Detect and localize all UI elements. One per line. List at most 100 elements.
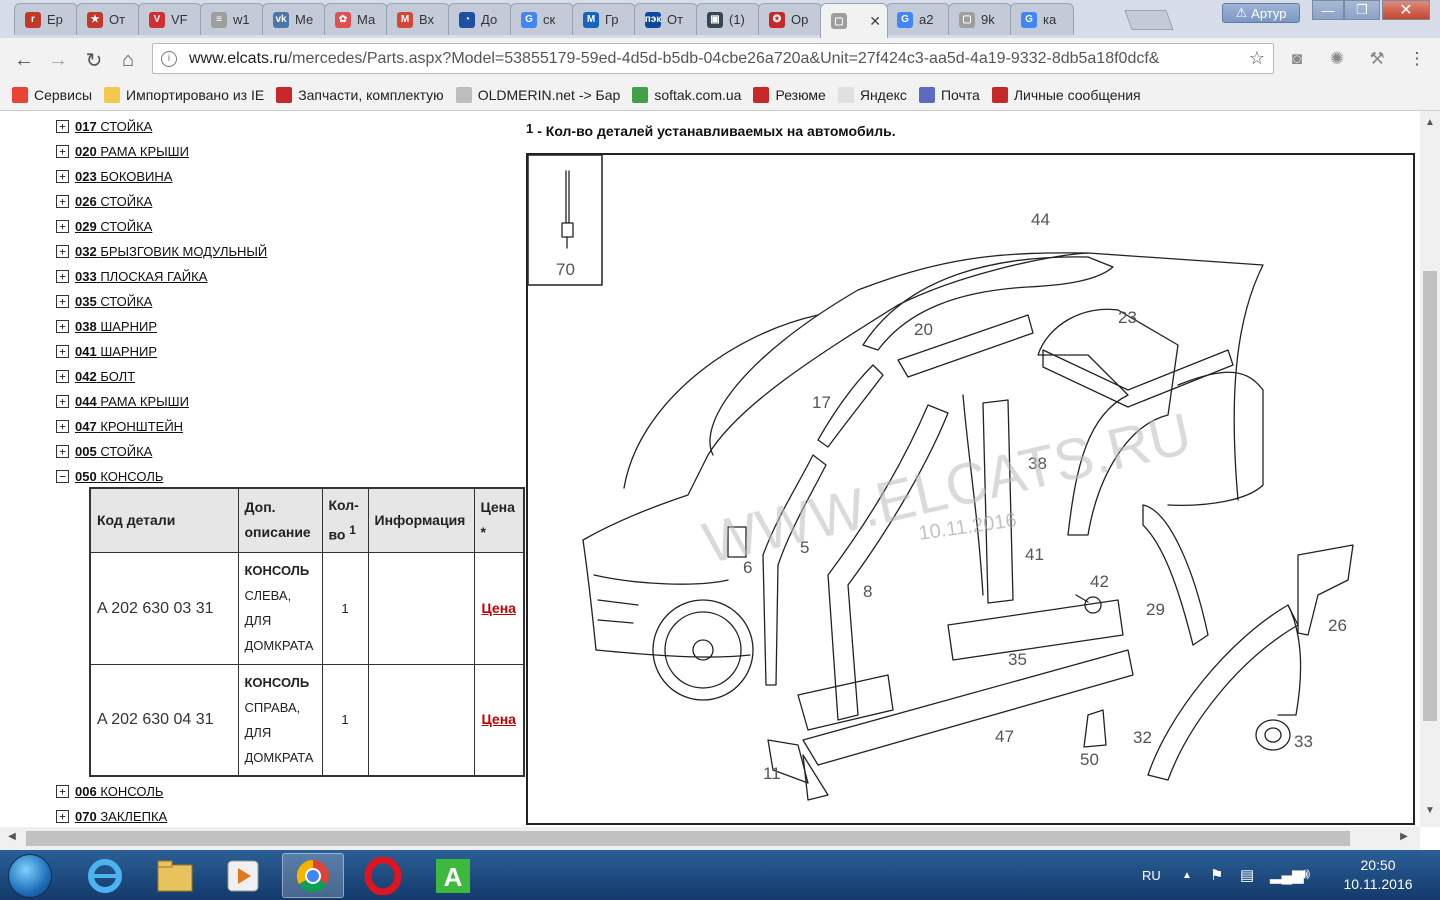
tree-link[interactable]: 033 ПЛОСКАЯ ГАЙКА xyxy=(75,269,207,284)
bookmark-item[interactable]: Почта xyxy=(918,87,980,103)
tree-item[interactable]: +033 ПЛОСКАЯ ГАЙКА xyxy=(56,266,207,286)
taskbar-app-a-icon[interactable]: A xyxy=(422,853,484,898)
new-tab-button[interactable] xyxy=(1124,10,1174,30)
bookmark-item[interactable]: Импортировано из IE xyxy=(104,87,264,103)
tree-link[interactable]: 017 СТОЙКА xyxy=(75,119,152,134)
tree-link[interactable]: 005 СТОЙКА xyxy=(75,444,152,459)
browser-tab[interactable]: ▢ 9k xyxy=(948,3,1012,35)
horizontal-scroll-thumb[interactable] xyxy=(26,831,1350,846)
expand-toggle-icon[interactable]: + xyxy=(56,194,69,208)
taskbar-explorer-icon[interactable] xyxy=(144,853,206,898)
bookmark-star-icon[interactable]: ☆ xyxy=(1242,48,1265,69)
scroll-up-icon[interactable]: ▲ xyxy=(1420,117,1440,128)
start-button[interactable] xyxy=(8,854,52,898)
tools-extension-icon[interactable]: ⚒ xyxy=(1366,48,1388,70)
tree-item[interactable]: +029 СТОЙКА xyxy=(56,216,152,236)
expand-toggle-icon[interactable]: + xyxy=(56,394,69,408)
expand-toggle-icon[interactable]: + xyxy=(56,419,69,433)
browser-tab[interactable]: ◔ До xyxy=(448,3,512,35)
browser-tab[interactable]: Gск xyxy=(510,3,574,35)
tree-item[interactable]: +006 КОНСОЛЬ xyxy=(56,781,163,801)
browser-tab[interactable]: ≡ w1 xyxy=(200,3,264,35)
taskbar-ie-icon[interactable] xyxy=(74,853,136,898)
browser-tab[interactable]: ▢ ✕ xyxy=(820,3,888,38)
tree-item[interactable]: +026 СТОЙКА xyxy=(56,191,152,211)
tree-link[interactable]: 020 РАМА КРЫШИ xyxy=(75,144,189,159)
scroll-down-icon[interactable]: ▼ xyxy=(1420,805,1440,816)
network-flag-icon[interactable]: ⚑ xyxy=(1210,850,1223,900)
tree-item[interactable]: +038 ШАРНИР xyxy=(56,316,157,336)
tree-item[interactable]: +044 РАМА КРЫШИ xyxy=(56,391,189,411)
expand-toggle-icon[interactable]: − xyxy=(56,469,69,483)
system-clock[interactable]: 20:50 10.11.2016 xyxy=(1336,856,1420,894)
vertical-scrollbar[interactable]: ▲ ▼ xyxy=(1420,111,1440,827)
expand-toggle-icon[interactable]: + xyxy=(56,809,69,823)
tree-link[interactable]: 070 ЗАКЛЕПКА xyxy=(75,809,167,824)
forward-button[interactable]: → xyxy=(44,46,72,74)
tree-item[interactable]: +023 БОКОВИНА xyxy=(56,166,172,186)
expand-toggle-icon[interactable]: + xyxy=(56,119,69,133)
tree-link[interactable]: 023 БОКОВИНА xyxy=(75,169,172,184)
tree-link[interactable]: 026 СТОЙКА xyxy=(75,194,152,209)
browser-tab[interactable]: пэк От xyxy=(634,3,698,35)
browser-tab[interactable]: Gка xyxy=(1010,3,1074,35)
expand-toggle-icon[interactable]: + xyxy=(56,294,69,308)
browser-tab[interactable]: V VF xyxy=(138,3,202,35)
browser-tab[interactable]: r Ер xyxy=(14,3,78,35)
tree-link[interactable]: 038 ШАРНИР xyxy=(75,319,157,334)
reload-button[interactable]: ↻ xyxy=(80,46,108,74)
tree-link[interactable]: 042 БОЛТ xyxy=(75,369,135,384)
expand-toggle-icon[interactable]: + xyxy=(56,344,69,358)
tree-item[interactable]: +070 ЗАКЛЕПКА xyxy=(56,806,167,826)
profile-button[interactable]: ⚠ Артур xyxy=(1222,3,1300,23)
tree-item[interactable]: −050 КОНСОЛЬ xyxy=(56,466,163,486)
price-link[interactable]: Цена xyxy=(482,600,516,616)
browser-tab[interactable]: M Вх xyxy=(386,3,450,35)
tree-item[interactable]: +041 ШАРНИР xyxy=(56,341,157,361)
expand-toggle-icon[interactable]: + xyxy=(56,169,69,183)
camera-extension-icon[interactable]: ◙ xyxy=(1286,48,1308,70)
tree-link[interactable]: 044 РАМА КРЫШИ xyxy=(75,394,189,409)
tree-item[interactable]: +005 СТОЙКА xyxy=(56,441,152,461)
taskbar-media-icon[interactable] xyxy=(212,853,274,898)
expand-toggle-icon[interactable]: + xyxy=(56,219,69,233)
expand-toggle-icon[interactable]: + xyxy=(56,269,69,283)
bookmark-item[interactable]: Запчасти, комплектую xyxy=(276,87,444,103)
menu-icon[interactable]: ⋮ xyxy=(1406,48,1428,70)
tab-close-icon[interactable]: ✕ xyxy=(869,13,881,30)
browser-tab[interactable]: ✿ Ма xyxy=(324,3,388,35)
expand-toggle-icon[interactable]: + xyxy=(56,144,69,158)
taskbar-chrome-icon[interactable] xyxy=(282,853,344,898)
horizontal-scrollbar[interactable]: ◀ ▶ xyxy=(0,827,1420,850)
browser-tab[interactable]: ▣ (1) xyxy=(696,3,760,35)
tree-item[interactable]: +032 БРЫЗГОВИК МОДУЛЬНЫЙ xyxy=(56,241,267,261)
expand-toggle-icon[interactable]: + xyxy=(56,319,69,333)
volume-icon[interactable]: 🔊︎ xyxy=(1300,850,1310,900)
signal-icon[interactable]: ▂▄▆ xyxy=(1270,850,1304,900)
bookmark-item[interactable]: softak.com.ua xyxy=(632,87,741,103)
tree-item[interactable]: +042 БОЛТ xyxy=(56,366,135,386)
tree-link[interactable]: 035 СТОЙКА xyxy=(75,294,152,309)
language-indicator[interactable]: RU xyxy=(1142,850,1161,900)
browser-tab[interactable]: M Гр xyxy=(572,3,636,35)
browser-tab[interactable]: ✪ Ор xyxy=(758,3,822,35)
tray-expand-icon[interactable]: ▲ xyxy=(1182,850,1192,900)
browser-tab[interactable]: vk Ме xyxy=(262,3,326,35)
tree-link[interactable]: 041 ШАРНИР xyxy=(75,344,157,359)
tree-item[interactable]: +020 РАМА КРЫШИ xyxy=(56,141,189,161)
expand-toggle-icon[interactable]: + xyxy=(56,444,69,458)
bookmark-item[interactable]: OLDMERIN.net -> Бар xyxy=(455,87,620,103)
usb-icon[interactable]: ▤ xyxy=(1240,850,1254,900)
bookmark-item[interactable]: Яндекс xyxy=(837,87,907,103)
close-window-button[interactable]: ✕ xyxy=(1382,0,1430,20)
scroll-left-icon[interactable]: ◀ xyxy=(2,831,22,842)
tree-item[interactable]: +047 КРОНШТЕЙН xyxy=(56,416,183,436)
extension-icon[interactable]: ✺ xyxy=(1326,48,1348,70)
browser-tab[interactable]: Ga2 xyxy=(886,3,950,35)
minimize-button[interactable]: — xyxy=(1312,0,1344,20)
tree-link[interactable]: 032 БРЫЗГОВИК МОДУЛЬНЫЙ xyxy=(75,244,267,259)
browser-tab[interactable]: ★ От xyxy=(76,3,140,35)
expand-toggle-icon[interactable]: + xyxy=(56,369,69,383)
taskbar-opera-icon[interactable] xyxy=(352,853,414,898)
price-link[interactable]: Цена xyxy=(482,711,516,727)
